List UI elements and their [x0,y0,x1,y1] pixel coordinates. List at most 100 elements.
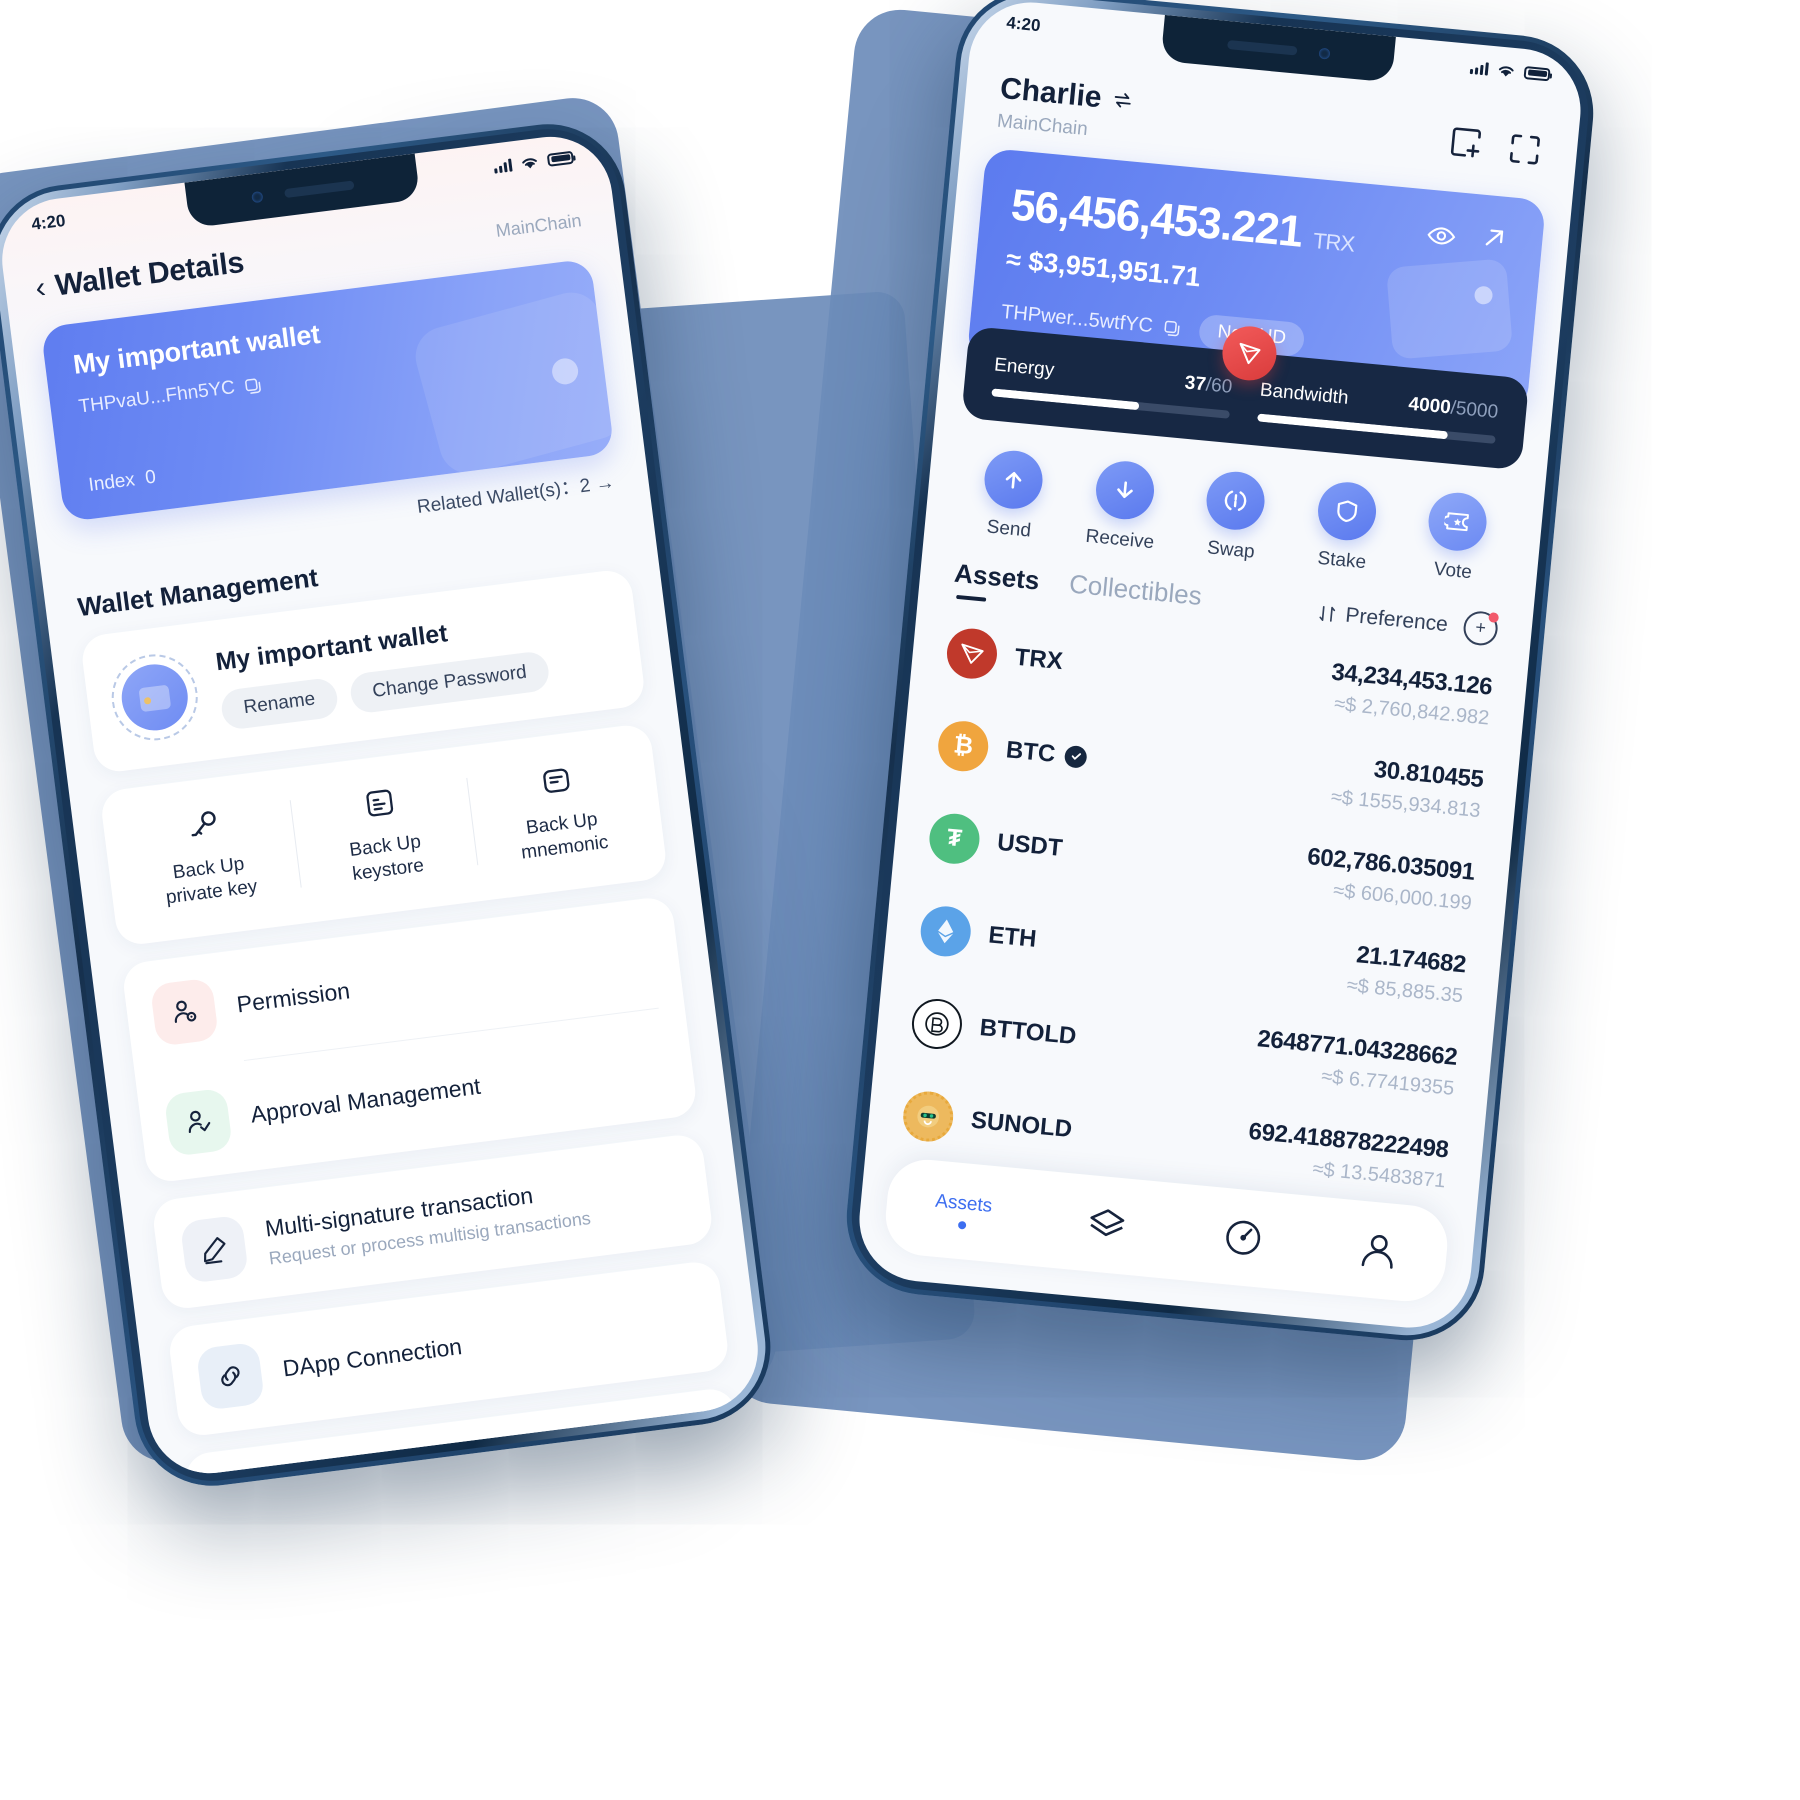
status-time: 4:20 [30,210,67,235]
resource-label: Bandwidth [1259,379,1350,409]
permission-card: Permission Approval Management [120,894,699,1184]
link-icon [195,1341,265,1411]
backup-private-key-button[interactable]: Back Up private key [112,794,301,915]
usdt-coin-icon: ₮ [927,811,982,866]
arrow-down-icon [1092,458,1157,522]
backup-mnemonic-button[interactable]: Back Up mnemonic [466,750,655,871]
explore-icon [1225,1220,1260,1255]
battery-icon [1523,65,1551,81]
wifi-icon [522,157,537,168]
resource-label: Energy [993,354,1056,382]
copy-icon[interactable] [243,375,264,396]
add-token-icon[interactable]: + [1462,609,1500,647]
nav-item-layers[interactable] [1085,1203,1129,1247]
action-label: Send [985,516,1032,542]
arrow-up-right-icon[interactable] [1479,223,1510,254]
asset-usd-value: ≈$ 85,885.35 [1345,974,1464,1008]
eth-coin-icon [918,903,974,959]
preference-button[interactable]: Preference [1317,601,1449,637]
balance-unit: TRX [1312,227,1356,257]
page-title: Wallet Details [53,245,246,303]
account-switcher[interactable]: Charlie [999,72,1135,118]
backup-keystore-button[interactable]: Back Up keystore [289,772,478,893]
nav-item-explore[interactable] [1221,1216,1265,1260]
avatar [106,649,203,746]
signal-icon [493,157,513,174]
asset-symbol: BTTOLD [978,1013,1078,1050]
layers-icon [1090,1209,1125,1237]
wallet-index-value: 0 [143,466,158,489]
front-camera-icon [1318,47,1331,60]
nav-item-profile[interactable] [1357,1229,1401,1273]
pencil-icon [179,1214,249,1284]
asset-symbol: ETH [987,920,1038,953]
change-password-button[interactable]: Change Password [348,649,551,715]
btc-coin-icon: ₿ [936,718,991,773]
asset-amount: 21.174682 [1355,941,1468,979]
phone-screen-right: 4:20 Charlie MainChain 56,456,453.221 TR… [853,0,1587,1334]
shield-icon [1314,479,1379,543]
resource-total: /60 [1204,374,1234,398]
scan-qr-icon[interactable] [1505,130,1544,169]
action-receive[interactable]: Receive [1069,457,1177,556]
resource-total: /5000 [1449,397,1499,423]
wallet-illustration [1386,258,1514,360]
status-time: 4:20 [1005,13,1042,36]
action-label: Vote [1432,558,1473,584]
signal-icon [1469,60,1489,76]
action-vote[interactable]: Vote [1402,488,1510,587]
balance-value: 56,456,453.221 [1009,180,1305,257]
mnemonic-icon [466,750,648,812]
resource-energy: Energy 37/60 [991,354,1234,419]
switch-accounts-icon[interactable] [1110,88,1134,112]
wallet-address-text: THPvaU...Fhn5YC [77,376,237,418]
phone-wallet-home: 4:20 Charlie MainChain 56,456,453.221 TR… [839,0,1601,1348]
tab-assets[interactable]: Assets [952,558,1041,607]
preference-label: Preference [1344,603,1449,636]
chevron-left-icon[interactable]: ‹ [33,271,47,305]
sort-icon [1319,605,1336,622]
rename-button[interactable]: Rename [219,676,340,731]
bttold-coin-icon [909,996,965,1051]
wallet-home-body: Charlie MainChain 56,456,453.221 TRX ≈ $… [854,0,1586,1333]
add-wallet-icon[interactable] [1448,124,1487,163]
permission-icon [149,977,219,1047]
menu-item-label: DApp Connection [281,1333,464,1382]
action-swap[interactable]: Swap [1180,467,1288,566]
verified-badge-icon [1064,744,1089,769]
key-icon [112,794,294,856]
swap-icon [1203,469,1268,533]
action-label: Stake [1316,547,1368,574]
profile-icon [1361,1234,1393,1269]
account-name: Charlie [998,71,1104,115]
action-stake[interactable]: Stake [1291,478,1399,577]
approval-icon [163,1087,233,1157]
screenshot-stage: 4:20 ‹ Wallet Details MainChain My impor… [0,0,1800,1800]
assets-list: TRX 34,234,453.126 ≈$ 2,760,842.982 ₿ BT… [865,595,1529,1214]
active-indicator [957,1220,967,1230]
menu-item-label: Permission [235,977,352,1018]
wallet-index-label: Index [87,469,137,496]
asset-symbol: TRX [1013,643,1064,675]
trx-coin-icon [944,625,1000,681]
ticket-icon [1425,490,1490,554]
battery-icon [546,150,575,167]
earpiece-speaker [283,179,355,198]
asset-symbol: SUNOLD [969,1106,1074,1143]
wifi-icon [1498,65,1514,76]
resource-used: 4000 [1407,393,1452,419]
earpiece-speaker [1226,39,1298,55]
asset-symbol: USDT [996,828,1064,862]
nav-item-assets[interactable]: Assets [933,1191,993,1232]
chain-label: MainChain [494,209,583,241]
action-label: Swap [1206,537,1256,563]
asset-symbol: BTC [1004,735,1057,768]
resource-used: 37 [1183,372,1207,396]
arrow-up-icon [981,448,1046,512]
copy-icon[interactable] [1162,318,1183,339]
sunold-coin-icon [901,1088,956,1144]
wallet-index: Index 0 [87,467,157,497]
eye-icon[interactable] [1425,220,1458,253]
menu-item-label: Approval Management [249,1072,483,1128]
action-send[interactable]: Send [958,446,1066,545]
